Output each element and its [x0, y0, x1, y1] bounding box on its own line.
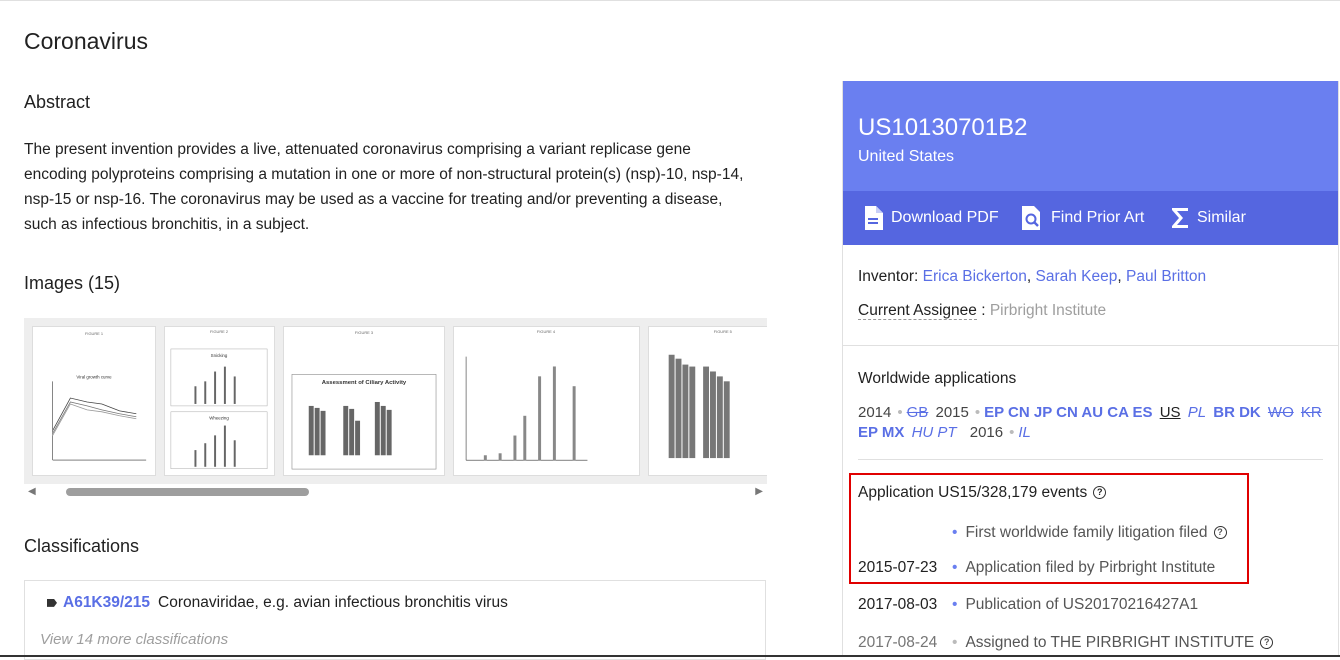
classification-code-link[interactable]: A61K39/215 [63, 594, 150, 611]
divider [858, 459, 1323, 460]
thumb-inner-title: Assessment of Ciliary Activity [322, 380, 407, 386]
assignee-row: Current Assignee : Pirbright Institute [858, 302, 1106, 320]
thumb-caption: FIGURE 1 [85, 331, 103, 336]
highlight-box [849, 473, 1249, 584]
classification-desc: Coronaviridae, e.g. avian infectious bro… [158, 594, 508, 611]
image-carousel[interactable]: FIGURE 1 Viral growth curve FIGURE 2 Sni… [24, 318, 767, 484]
event-text: Assigned to THE PIRBRIGHT INSTITUTE [965, 634, 1255, 651]
search-document-icon [1022, 206, 1040, 230]
country-link-kr[interactable]: KR [1301, 404, 1322, 421]
assignee-label[interactable]: Current Assignee [858, 302, 977, 320]
classifications-box: A61K39/215 Coronaviridae, e.g. avian infe… [24, 580, 766, 660]
image-thumb[interactable]: FIGURE 1 Viral growth curve [32, 326, 156, 476]
thumb-inner-top: Snicking [211, 353, 228, 358]
year-2015: 2015 [935, 404, 969, 421]
country-link-pl[interactable]: PL [1188, 404, 1206, 421]
image-thumb[interactable]: FIGURE 5 [648, 326, 767, 476]
figure-thumbnail: FIGURE 5 [668, 329, 733, 459]
classification-item: A61K39/215 Coronaviridae, e.g. avian infe… [47, 594, 508, 612]
download-pdf-button[interactable]: Download PDF [863, 191, 999, 245]
find-prior-art-button[interactable]: Find Prior Art [1021, 191, 1144, 245]
thumb-caption: FIGURE 4 [537, 329, 556, 334]
country-links-br-dk[interactable]: BR DK [1213, 404, 1261, 421]
assignee-separator: : [981, 302, 986, 319]
similar-button[interactable]: Similar [1171, 191, 1246, 245]
thumb-caption: FIGURE 5 [714, 329, 733, 334]
image-thumb[interactable]: FIGURE 2 Snicking Wheezing [164, 326, 275, 476]
inventors-row: Inventor: Erica Bickerton, Sarah Keep, P… [858, 268, 1207, 285]
thumb-caption: FIGURE 2 [210, 329, 228, 334]
inventor-label: Inventor: [858, 268, 919, 285]
view-more-classifications[interactable]: View 14 more classifications [40, 631, 228, 648]
scroll-left-arrow-icon[interactable]: ◀ [28, 486, 36, 497]
patent-header: US10130701B2 United States [843, 81, 1338, 191]
top-divider [0, 0, 1340, 1]
thumb-inner-title: Viral growth curve [76, 374, 112, 379]
inventor-link[interactable]: Sarah Keep [1035, 268, 1117, 285]
thumb-inner-bottom: Wheezing [209, 416, 229, 421]
download-pdf-label: Download PDF [891, 209, 999, 226]
year-2016: 2016 [969, 424, 1004, 441]
patent-country: United States [858, 148, 955, 165]
inventor-link[interactable]: Erica Bickerton [923, 268, 1027, 285]
scroll-right-arrow-icon[interactable]: ▶ [755, 486, 763, 497]
country-links-hu-pt[interactable]: HU PT [912, 424, 957, 441]
abstract-text: The present invention provides a live, a… [24, 141, 744, 233]
image-thumb[interactable]: FIGURE 3 Assessment of Ciliary Activity [283, 326, 445, 476]
country-links-ep-mx[interactable]: EP MX [858, 424, 904, 441]
help-icon[interactable]: ? [1260, 636, 1274, 650]
country-link-us[interactable]: US [1160, 404, 1181, 421]
inventor-link[interactable]: Paul Britton [1126, 268, 1206, 285]
figure-thumbnail: FIGURE 4 [465, 329, 588, 461]
sigma-icon [1172, 208, 1188, 228]
pdf-file-icon [865, 206, 883, 230]
event-date: 2017-08-24 [858, 634, 938, 651]
country-link-il[interactable]: IL [1018, 424, 1031, 441]
patent-actions: Download PDF Find Prior Art Similar [843, 191, 1338, 245]
year-2014: 2014 [858, 404, 892, 421]
images-heading: Images (15) [24, 273, 121, 293]
assignee-value: Pirbright Institute [989, 302, 1107, 319]
figure-thumbnail: FIGURE 3 Assessment of Ciliary Activity [291, 330, 437, 470]
thumb-caption: FIGURE 3 [355, 330, 374, 335]
event-text: Publication of US20170216427A1 [965, 596, 1199, 613]
divider [843, 345, 1338, 346]
worldwide-applications: 2014 • GB 2015 • EP CN JP CN AU CA ES US PL … [858, 404, 1322, 441]
tag-icon [47, 598, 57, 607]
event-date: 2017-08-03 [858, 596, 938, 613]
figure-thumbnail: FIGURE 2 Snicking Wheezing [170, 329, 268, 470]
country-link-gb[interactable]: GB [907, 404, 929, 421]
find-prior-art-label: Find Prior Art [1051, 209, 1145, 226]
classifications-heading: Classifications [24, 536, 140, 556]
worldwide-heading: Worldwide applications [858, 370, 1017, 387]
abstract-heading: Abstract [24, 92, 91, 112]
patent-number: US10130701B2 [858, 114, 1028, 141]
carousel-scrollbar[interactable]: ◀ ▶ [24, 486, 767, 498]
scrollbar-thumb[interactable] [66, 488, 309, 496]
country-links-2015[interactable]: EP CN JP CN AU CA ES [984, 404, 1152, 421]
image-thumb[interactable]: FIGURE 4 [453, 326, 640, 476]
country-link-wo[interactable]: WO [1268, 404, 1294, 421]
figure-thumbnail: FIGURE 1 Viral growth curve [52, 331, 147, 461]
similar-label: Similar [1197, 209, 1246, 226]
page-title: Coronavirus [24, 28, 148, 54]
